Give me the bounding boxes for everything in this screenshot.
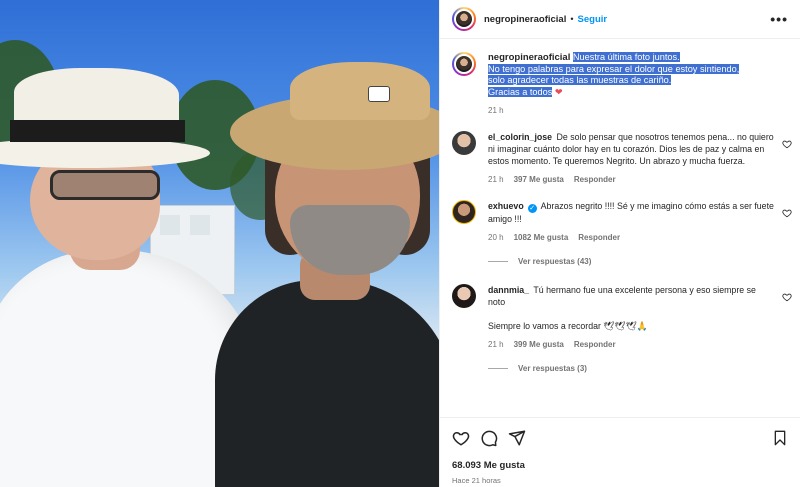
- view-replies-label[interactable]: Ver respuestas (3): [518, 364, 587, 373]
- replies-line: [488, 368, 508, 369]
- comment-time[interactable]: 20 h: [488, 233, 504, 242]
- heart-icon[interactable]: [452, 429, 470, 447]
- comment-username[interactable]: dannmia_: [488, 285, 529, 295]
- comment-item: el_colorin_jose De solo pensar que nosot…: [440, 131, 800, 184]
- action-icons: [452, 428, 788, 448]
- caption: negropineraoficial Nuestra última foto j…: [440, 52, 800, 115]
- comments-list[interactable]: negropineraoficial Nuestra última foto j…: [440, 39, 800, 417]
- post-header: negropineraoficial • Seguir •••: [440, 0, 800, 39]
- caption-avatar[interactable]: [452, 52, 476, 76]
- post-panel: negropineraoficial • Seguir ••• negropin…: [439, 0, 800, 487]
- post-timestamp[interactable]: Hace 21 horas: [452, 476, 788, 485]
- avatar[interactable]: [452, 7, 476, 31]
- photo-window: [190, 215, 210, 235]
- heart-icon[interactable]: [782, 292, 792, 302]
- view-replies-button[interactable]: Ver respuestas (3): [488, 364, 774, 373]
- more-options-icon[interactable]: •••: [770, 11, 788, 27]
- verified-badge-icon: ✓: [527, 204, 537, 213]
- caption-line: No tengo palabras para expresar el dolor…: [488, 63, 740, 74]
- actions-bar: 68.093 Me gusta Hace 21 horas: [440, 417, 800, 485]
- comment-time[interactable]: 21 h: [488, 175, 504, 184]
- comment-body-2: Siempre lo vamos a recordar 🕊🕊🕊🙏: [488, 321, 648, 331]
- comment-likes[interactable]: 397 Me gusta: [514, 175, 564, 184]
- comment-text: exhuevo ✓ Abrazos negrito !!!! Sé y me im…: [488, 200, 774, 225]
- caption-text: negropineraoficial Nuestra última foto j…: [488, 52, 774, 98]
- comment-likes[interactable]: 399 Me gusta: [514, 340, 564, 349]
- heart-icon[interactable]: [782, 139, 792, 149]
- share-icon[interactable]: [508, 429, 526, 447]
- view-replies-label[interactable]: Ver respuestas (43): [518, 257, 591, 266]
- photo-person-right: [215, 280, 439, 487]
- comment-text: dannmia_ Tú hermano fue una excelente pe…: [488, 284, 774, 332]
- comment-meta: 20 h 1082 Me gusta Responder: [488, 233, 774, 242]
- caption-time[interactable]: 21 h: [488, 106, 504, 115]
- comment-username[interactable]: exhuevo: [488, 201, 524, 211]
- avatar[interactable]: [452, 284, 476, 308]
- comment-item: exhuevo ✓ Abrazos negrito !!!! Sé y me im…: [440, 200, 800, 266]
- caption-username[interactable]: negropineraoficial: [488, 52, 570, 63]
- avatar[interactable]: [452, 131, 476, 155]
- heart-icon[interactable]: [782, 208, 792, 218]
- photo-hat-badge: [368, 86, 390, 102]
- view-replies-button[interactable]: Ver respuestas (43): [488, 257, 774, 266]
- comment-item: dannmia_ Tú hermano fue una excelente pe…: [440, 284, 800, 373]
- likes-count[interactable]: 68.093 Me gusta: [452, 460, 788, 471]
- follow-button[interactable]: Seguir: [578, 14, 608, 25]
- photo-hat-crown-left: [14, 68, 179, 128]
- header-username[interactable]: negropineraoficial: [484, 14, 566, 25]
- separator-dot: •: [570, 14, 574, 24]
- bookmark-icon[interactable]: [772, 429, 788, 447]
- reply-button[interactable]: Responder: [574, 175, 616, 184]
- comment-time[interactable]: 21 h: [488, 340, 504, 349]
- comment-icon[interactable]: [480, 429, 498, 447]
- comment-meta: 21 h 399 Me gusta Responder: [488, 340, 774, 349]
- comment-meta: 21 h 397 Me gusta Responder: [488, 175, 774, 184]
- post-photo[interactable]: [0, 0, 439, 487]
- caption-line: solo agradecer todas las muestras de car…: [488, 75, 672, 85]
- comment-username[interactable]: el_colorin_jose: [488, 132, 552, 142]
- caption-line: Nuestra última foto juntos.: [572, 52, 680, 62]
- heart-emoji: ❤: [554, 86, 563, 97]
- replies-line: [488, 261, 508, 262]
- photo-hat-band: [10, 120, 185, 142]
- caption-meta: 21 h: [488, 106, 774, 115]
- comment-text: el_colorin_jose De solo pensar que nosot…: [488, 131, 774, 167]
- reply-button[interactable]: Responder: [578, 233, 620, 242]
- photo-hat-crown-right: [290, 62, 430, 120]
- comment-likes[interactable]: 1082 Me gusta: [514, 233, 569, 242]
- reply-button[interactable]: Responder: [574, 340, 616, 349]
- photo-window: [160, 215, 180, 235]
- caption-line: Gracias a todos: [488, 86, 553, 97]
- photo-glasses: [50, 170, 160, 200]
- avatar[interactable]: [452, 200, 476, 224]
